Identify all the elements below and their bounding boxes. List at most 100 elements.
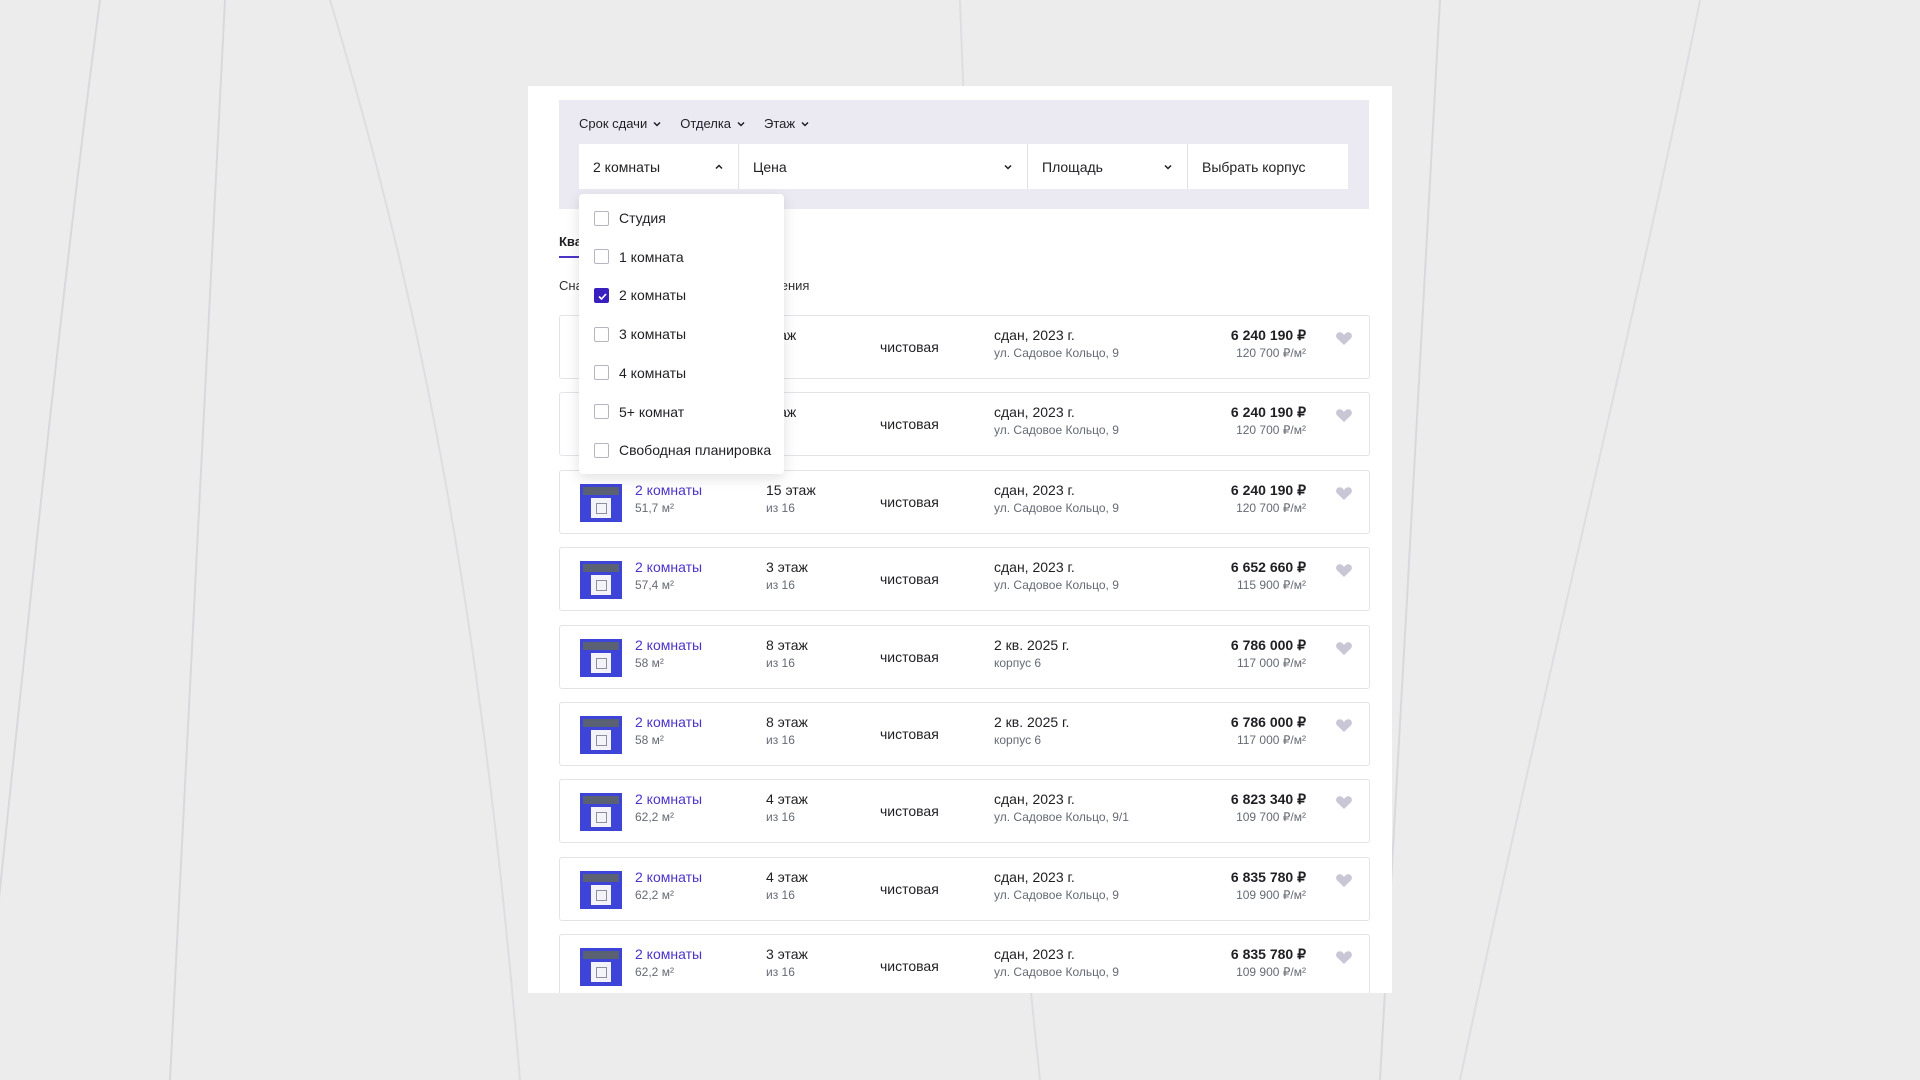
listing-finish: чистовая <box>880 648 939 665</box>
heart-icon[interactable] <box>1335 717 1353 733</box>
listing-completion: сдан, 2023 г. <box>994 868 1075 885</box>
listing-floors-total: из 16 <box>766 578 795 593</box>
listing-area: 51,7 м² <box>635 500 674 515</box>
listing-title[interactable]: 2 комнаты <box>635 559 702 575</box>
listing-row[interactable]: 2 комнаты 62,2 м² 3 этаж из 16 чистовая сдан,… <box>559 934 1370 993</box>
listing-row[interactable]: 2 комнаты 62,2 м² 4 этаж из 16 чистовая сдан,… <box>559 779 1370 844</box>
room-option-checkbox[interactable] <box>594 326 609 342</box>
listing-price: 6 835 780 ₽ <box>1230 946 1306 963</box>
listing-floor: 4 этаж <box>766 791 808 808</box>
listing-price: 6 240 190 ₽ <box>1230 481 1306 498</box>
rooms-select[interactable]: 2 комнаты <box>579 144 739 189</box>
listing-row[interactable]: 2 комнаты 62,2 м² 4 этаж из 16 чистовая сдан,… <box>559 856 1370 921</box>
area-select-label: Площадь <box>1042 158 1103 175</box>
listing-completion: сдан, 2023 г. <box>994 791 1075 808</box>
chevron-up-icon <box>715 163 723 169</box>
listing-price: 6 786 000 ₽ <box>1230 713 1306 730</box>
listing-price-per-m2: 117 000 ₽/м² <box>1236 732 1306 747</box>
room-option-label: Студия <box>619 210 666 226</box>
filter-chip[interactable]: Отделка <box>680 116 746 131</box>
listing-floor: 8 этаж <box>766 636 808 653</box>
listing-floors-total: из 16 <box>766 965 795 980</box>
listing-row[interactable]: 2 комнаты 51,7 м² 15 этаж из 16 чистовая сдан… <box>559 469 1370 534</box>
room-option[interactable]: 1 комната <box>594 247 684 267</box>
chevron-down-icon <box>1164 164 1172 170</box>
listing-title[interactable]: 2 комнаты <box>635 791 702 807</box>
heart-icon[interactable] <box>1335 794 1353 810</box>
listing-price-per-m2: 120 700 ₽/м² <box>1236 346 1306 360</box>
heart-icon[interactable] <box>1335 562 1353 578</box>
listing-floors-total: из 16 <box>766 500 795 515</box>
listing-finish: чистовая <box>880 803 939 820</box>
filter-chip-label: Этаж <box>764 116 796 131</box>
heart-icon[interactable] <box>1335 949 1353 965</box>
listing-floors-total: из 16 <box>766 810 795 825</box>
listing-row[interactable]: 2 комнаты 58 м² 8 этаж из 16 чистовая 2 кв. 2… <box>559 624 1370 689</box>
listing-card: Срок сдачи Отделка Этаж 2 комнаты Цена Пло… <box>528 86 1392 993</box>
listing-completion: сдан, 2023 г. <box>994 946 1075 963</box>
listing-price-per-m2: 120 700 ₽/м² <box>1236 423 1306 438</box>
listing-floors-total: из 16 <box>766 655 795 670</box>
room-option[interactable]: 2 комнаты <box>594 285 686 305</box>
heart-icon[interactable] <box>1335 872 1353 888</box>
room-option[interactable]: 5+ комнат <box>594 402 684 422</box>
listing-floors-total: из 16 <box>766 887 795 902</box>
floorplan-thumbnail[interactable] <box>580 870 622 909</box>
room-option[interactable]: 3 комнаты <box>594 324 686 344</box>
listing-address: корпус 6 <box>994 655 1042 670</box>
room-option-checkbox[interactable] <box>594 287 609 303</box>
listing-row[interactable]: 2 комнаты 58 м² 8 этаж из 16 чистовая 2 кв. 2… <box>559 701 1370 766</box>
room-option-checkbox[interactable] <box>594 249 609 265</box>
listing-area: 58 м² <box>635 655 664 670</box>
listing-price: 6 240 190 ₽ <box>1230 327 1306 343</box>
listing-address: корпус 6 <box>994 732 1042 747</box>
filter-chip[interactable]: Этаж <box>764 116 810 131</box>
chevron-down-icon <box>1004 164 1012 170</box>
room-option-checkbox[interactable] <box>594 404 609 419</box>
listing-finish: чистовая <box>880 416 939 433</box>
room-option-label: 3 комнаты <box>619 326 687 343</box>
room-option[interactable]: Свободная планировка <box>594 440 771 460</box>
listing-completion: 2 кв. 2025 г. <box>994 636 1070 653</box>
price-select-label: Цена <box>753 158 787 175</box>
listing-title[interactable]: 2 комнаты <box>635 869 702 885</box>
listing-area: 62,2 м² <box>635 887 674 902</box>
floorplan-thumbnail[interactable] <box>580 561 622 600</box>
room-option[interactable]: 4 комнаты <box>594 363 686 383</box>
floorplan-thumbnail[interactable] <box>580 793 622 832</box>
rooms-dropdown: Студия 1 комната 2 комнаты 3 комнаты 4 комна… <box>579 194 784 474</box>
listing-finish: чистовая <box>880 493 939 510</box>
heart-icon[interactable] <box>1335 485 1353 501</box>
listing-area: 62,2 м² <box>635 810 674 825</box>
area-select[interactable]: Площадь <box>1028 144 1188 189</box>
heart-icon[interactable] <box>1335 330 1353 346</box>
price-select[interactable]: Цена <box>739 144 1028 189</box>
room-option-label: Свободная планировка <box>619 442 772 459</box>
filter-chip[interactable]: Срок сдачи <box>579 116 662 131</box>
building-select[interactable]: Выбрать корпус <box>1188 144 1348 189</box>
room-option-checkbox[interactable] <box>594 442 609 458</box>
filter-chip-label: Отделка <box>680 116 732 131</box>
listing-price: 6 786 000 ₽ <box>1230 636 1306 653</box>
listing-title[interactable]: 2 комнаты <box>635 714 702 730</box>
heart-icon[interactable] <box>1335 640 1353 656</box>
floorplan-thumbnail[interactable] <box>580 638 622 677</box>
listing-price-per-m2: 120 700 ₽/м² <box>1236 500 1306 515</box>
listing-finish: чистовая <box>880 725 939 742</box>
floorplan-thumbnail[interactable] <box>580 715 622 754</box>
listing-row[interactable]: 2 комнаты 57,4 м² 3 этаж из 16 чистовая сдан,… <box>559 547 1370 612</box>
listing-title[interactable]: 2 комнаты <box>635 946 702 962</box>
floorplan-thumbnail[interactable] <box>580 483 622 522</box>
floorplan-thumbnail[interactable] <box>580 948 622 987</box>
listing-address: ул. Садовое Кольцо, 9 <box>994 500 1119 515</box>
room-option[interactable]: Студия <box>594 208 666 228</box>
listing-title[interactable]: 2 комнаты <box>635 637 702 653</box>
heart-icon[interactable] <box>1335 407 1353 423</box>
listing-price-per-m2: 109 700 ₽/м² <box>1236 810 1306 825</box>
listing-price: 6 652 660 ₽ <box>1230 559 1306 576</box>
listing-title[interactable]: 2 комнаты <box>635 482 702 498</box>
room-option-checkbox[interactable] <box>594 365 609 381</box>
room-option-checkbox[interactable] <box>594 210 609 226</box>
rooms-select-value: 2 комнаты <box>593 158 661 175</box>
listing-price: 6 240 190 ₽ <box>1230 404 1306 421</box>
